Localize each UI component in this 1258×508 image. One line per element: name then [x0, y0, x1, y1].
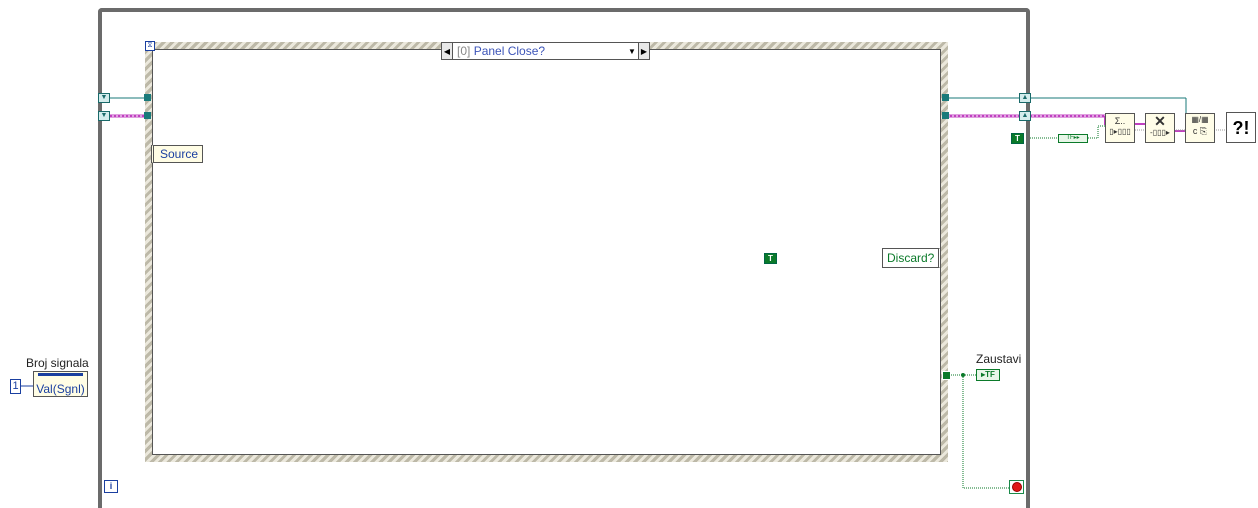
val-sgnl-header-bar	[38, 373, 83, 382]
shift-register-left-top[interactable]: ▼	[98, 93, 110, 103]
shift-register-right-bottom[interactable]: ▲	[1019, 111, 1031, 121]
case-selector-left-arrow-icon[interactable]: ◀	[442, 43, 453, 59]
error-handler-icon[interactable]: ?!	[1226, 112, 1256, 143]
build-array-icon[interactable]: Σ.. ▯▸▯▯▯	[1105, 113, 1135, 143]
val-sgnl-node[interactable]: Val(Sgnl)	[33, 371, 88, 397]
constant-one[interactable]: 1	[10, 379, 21, 394]
source-event-data-node[interactable]: Source	[151, 145, 203, 163]
discard-filter-node[interactable]: Discard?	[882, 248, 941, 268]
close-reference-icon[interactable]: ✕ -▯▯▯▸	[1145, 113, 1175, 143]
case-selector-dropdown-icon[interactable]: ▼	[626, 47, 638, 56]
iteration-terminal-icon: i	[104, 480, 118, 493]
shift-register-left-bottom[interactable]: ▼	[98, 111, 110, 121]
zaustavi-indicator[interactable]: ▸TF	[976, 369, 1000, 381]
boolean-tunnel	[942, 371, 951, 380]
event-structure-frame	[152, 49, 941, 455]
event-tunnel-left-top	[144, 94, 151, 101]
zaustavi-label: Zaustavi	[976, 352, 1022, 366]
stop-condition-icon[interactable]	[1009, 480, 1024, 494]
case-selector-right-arrow-icon[interactable]: ▶	[638, 43, 649, 59]
broj-signala-label: Broj signala	[26, 356, 89, 370]
event-tunnel-right-bottom	[942, 112, 949, 119]
val-sgnl-label: Val(Sgnl)	[36, 382, 85, 396]
true-constant[interactable]: T	[764, 253, 777, 264]
timeout-terminal[interactable]: ⧖	[145, 41, 155, 51]
convert-icon[interactable]: ▦/▦ c ⎘	[1185, 113, 1215, 143]
case-selector-label: [0] Panel Close?	[457, 44, 546, 58]
boolean-array-node[interactable]: TF▸▸	[1058, 134, 1088, 143]
event-structure[interactable]	[145, 42, 948, 462]
case-selector[interactable]: ◀ [0] Panel Close? ▼ ▶	[441, 42, 650, 60]
shift-register-right-top[interactable]: ▲	[1019, 93, 1031, 103]
event-tunnel-right-top	[942, 94, 949, 101]
true-constant-outside[interactable]: T	[1011, 133, 1024, 144]
event-tunnel-left-bottom	[144, 112, 151, 119]
